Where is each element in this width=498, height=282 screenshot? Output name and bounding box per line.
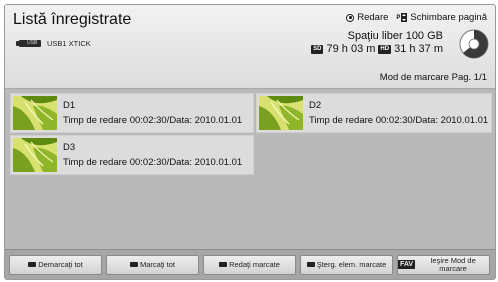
recording-info: Timp de redare 00:02:30/Data: 2010.01.01 — [63, 115, 243, 126]
legend-page-change-label: Schimbare pagină — [410, 12, 487, 23]
mark-mode-status: Mod de marcare Pag. 1/1 — [379, 72, 487, 83]
legend-play-label: Redare — [357, 12, 389, 23]
recording-list: D1 Timp de redare 00:02:30/Data: 2010.01… — [10, 93, 492, 177]
recording-name: D1 — [63, 100, 76, 111]
unmark-all-button[interactable]: Demarcaţi tot — [9, 254, 102, 275]
recording-name: D3 — [63, 142, 76, 153]
free-space-label: Spaţiu liber 100 GB — [347, 30, 443, 42]
mark-all-button[interactable]: Marcaţi tot — [106, 254, 199, 275]
recording-name: D2 — [309, 100, 322, 111]
legend-page-change: P Schimbare pagină — [396, 12, 487, 23]
green-key-icon — [129, 262, 138, 267]
blue-key-icon — [306, 262, 315, 267]
key-legend: Redare P Schimbare pagină — [346, 12, 487, 23]
footer-button-bar: Demarcaţi tot Marcaţi tot Redaţi marcate… — [5, 249, 495, 279]
recording-info: Timp de redare 00:02:30/Data: 2010.01.01 — [309, 115, 489, 126]
exit-mark-mode-button[interactable]: FAV Ieşire Mod de marcare — [397, 254, 490, 275]
legend-play: Redare — [346, 12, 388, 23]
hd-badge: HD — [378, 45, 392, 54]
header: Listă înregistrate USB1 XTICK Redare P S… — [5, 5, 495, 89]
recording-thumbnail — [13, 138, 57, 172]
remaining-time: SD 79 h 03 m HD 31 h 37 m — [311, 43, 443, 56]
red-key-icon — [28, 262, 37, 267]
delete-marked-button[interactable]: Şterg. elem. marcate — [300, 254, 393, 275]
recording-thumbnail — [259, 96, 303, 130]
sd-badge: SD — [311, 45, 324, 54]
device-name: USB1 XTICK — [47, 39, 91, 48]
recording-info: Timp de redare 00:02:30/Data: 2010.01.01 — [63, 157, 243, 168]
ok-button-icon — [346, 13, 355, 22]
recording-item[interactable]: D1 Timp de redare 00:02:30/Data: 2010.01… — [10, 93, 254, 133]
play-marked-button[interactable]: Redaţi marcate — [203, 254, 296, 275]
recording-thumbnail — [13, 96, 57, 130]
recording-item[interactable]: D3 Timp de redare 00:02:30/Data: 2010.01… — [10, 135, 254, 175]
yellow-key-icon — [219, 262, 228, 267]
recording-item[interactable]: D2 Timp de redare 00:02:30/Data: 2010.01… — [256, 93, 492, 133]
device-row: USB1 XTICK — [16, 39, 91, 48]
page-title: Listă înregistrate — [13, 11, 132, 28]
recorded-list-window: Listă înregistrate USB1 XTICK Redare P S… — [4, 4, 496, 280]
list-row: D3 Timp de redare 00:02:30/Data: 2010.01… — [10, 135, 492, 175]
fav-key-icon: FAV — [398, 260, 416, 269]
disc-usage-icon — [459, 29, 489, 59]
sd-time: 79 h 03 m — [326, 43, 376, 55]
page-key-icon: P — [396, 13, 408, 22]
usb-icon — [16, 40, 41, 47]
list-row: D1 Timp de redare 00:02:30/Data: 2010.01… — [10, 93, 492, 133]
free-space-info: Spaţiu liber 100 GB SD 79 h 03 m HD 31 h… — [311, 30, 443, 56]
hd-time: 31 h 37 m — [394, 43, 443, 55]
